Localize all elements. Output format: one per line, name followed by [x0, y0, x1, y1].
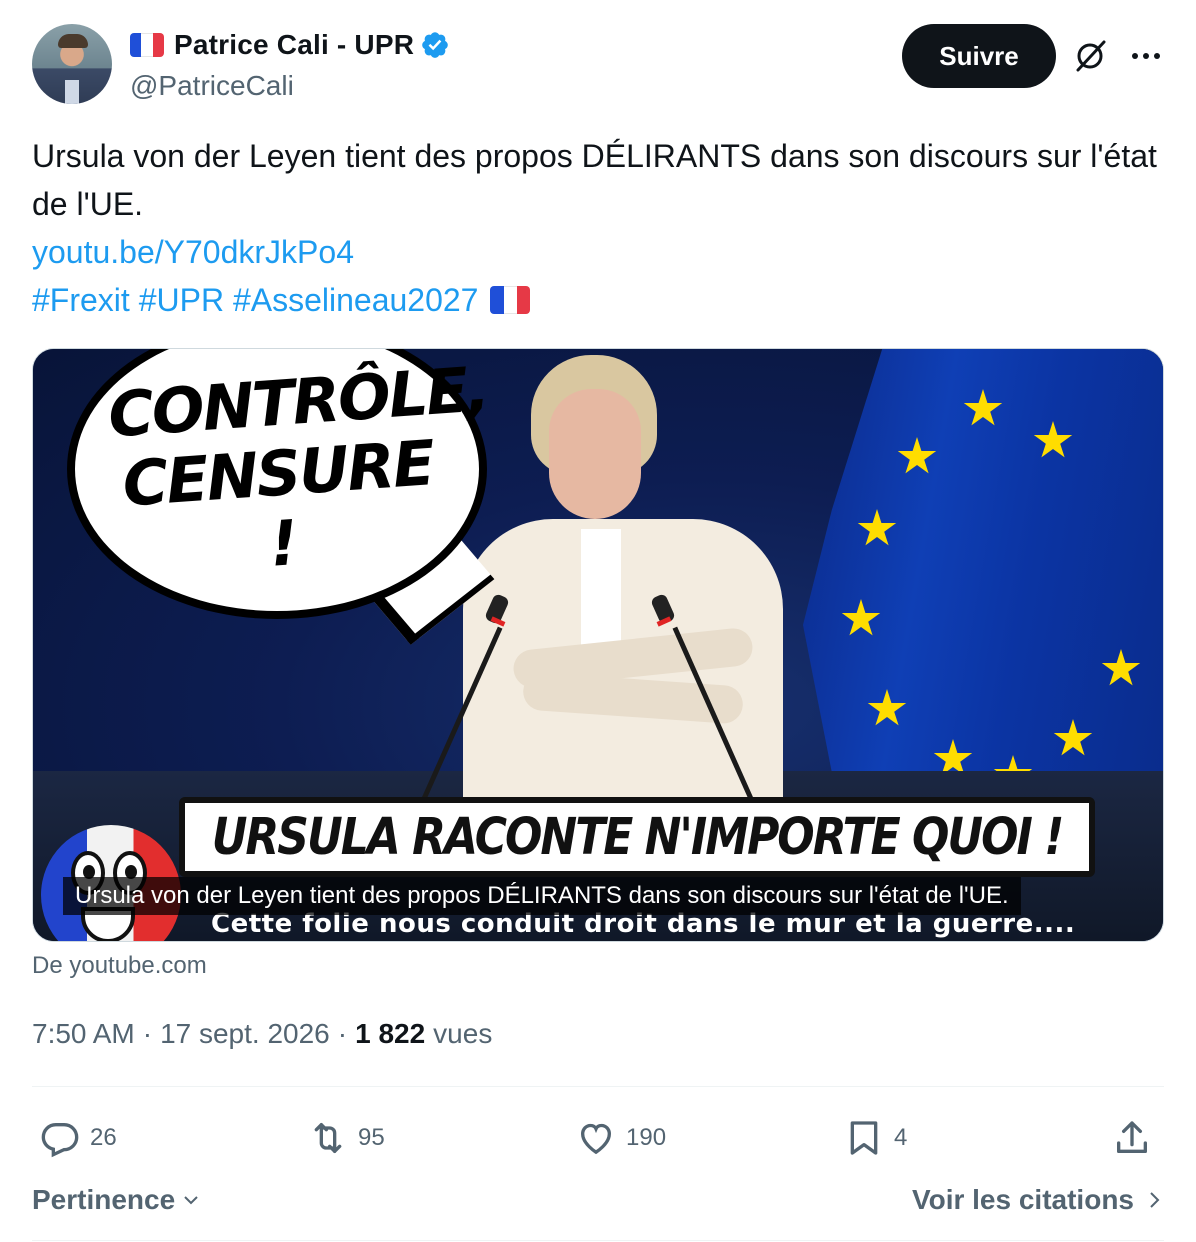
- french-flag-icon: [490, 286, 531, 314]
- sort-dropdown[interactable]: Pertinence: [32, 1184, 203, 1216]
- reply-button[interactable]: 26: [40, 1108, 117, 1168]
- verified-badge-icon[interactable]: [420, 30, 450, 60]
- grok-icon[interactable]: [1072, 38, 1108, 74]
- chevron-right-icon: [1150, 1192, 1160, 1208]
- share-icon: [1117, 1121, 1147, 1153]
- meta-separator: ·: [142, 1018, 153, 1049]
- like-count: 190: [626, 1124, 667, 1151]
- french-flag-icon: [130, 33, 164, 57]
- view-quotes-label: Voir les citations: [912, 1184, 1134, 1215]
- card-source[interactable]: De youtube.com: [32, 952, 207, 980]
- tweet-date[interactable]: 17 sept. 2026: [160, 1018, 330, 1050]
- reply-count: 26: [90, 1124, 117, 1151]
- meta-separator: ·: [337, 1018, 348, 1049]
- tweet-link[interactable]: youtu.be/Y70dkrJkPo4: [32, 228, 1172, 276]
- bookmark-icon: [850, 1121, 878, 1155]
- speech-bubble-text: CONTRÔLE, CENSURE !: [106, 352, 490, 591]
- tweet-text: Ursula von der Leyen tient des propos DÉ…: [32, 132, 1172, 324]
- tweet-header: Patrice Cali - UPR @PatriceCali Suivre: [32, 24, 1164, 104]
- tweet-time[interactable]: 7:50 AM: [32, 1018, 135, 1050]
- chevron-down-icon: [184, 1196, 198, 1205]
- avatar-shirt: [65, 80, 79, 104]
- heart-icon: [580, 1123, 612, 1155]
- author-handle[interactable]: @PatriceCali: [130, 70, 450, 102]
- tweet-hashtags-line: #Frexit #UPR #Asselineau2027: [32, 276, 1172, 324]
- views-count: 1 822: [355, 1018, 426, 1049]
- reply-icon: [41, 1123, 79, 1158]
- author-info: Patrice Cali - UPR @PatriceCali: [130, 28, 450, 102]
- card-title-overlay: Ursula von der Leyen tient des propos DÉ…: [63, 877, 1021, 915]
- view-quotes-link[interactable]: Voir les citations: [912, 1184, 1164, 1216]
- tweet-hashtags[interactable]: #Frexit #UPR #Asselineau2027: [32, 276, 478, 324]
- speech-bubble-line2: CENSURE !: [120, 426, 436, 581]
- action-bar: 26 95 190 4: [32, 1108, 1164, 1168]
- author-display-name[interactable]: Patrice Cali - UPR: [174, 29, 414, 61]
- speaker-figure: [453, 349, 793, 819]
- replies-sort-row: Pertinence Voir les citations: [32, 1180, 1164, 1220]
- repost-count: 95: [358, 1124, 385, 1151]
- sort-label: Pertinence: [32, 1184, 176, 1215]
- tweet-body: Ursula von der Leyen tient des propos DÉ…: [32, 138, 1157, 222]
- share-button[interactable]: [1112, 1108, 1152, 1168]
- author-name-line[interactable]: Patrice Cali - UPR: [130, 28, 450, 62]
- divider: [32, 1240, 1164, 1241]
- avatar[interactable]: [32, 24, 112, 104]
- link-preview-card[interactable]: CONTRÔLE, CENSURE ! URSULA RACONTE N'IMP…: [32, 348, 1164, 942]
- thumbnail-banner-text: URSULA RACONTE N'IMPORTE QUOI !: [211, 807, 1065, 867]
- bookmark-button[interactable]: 4: [844, 1108, 907, 1168]
- views-label: vues: [433, 1018, 493, 1049]
- thumbnail-banner: URSULA RACONTE N'IMPORTE QUOI !: [179, 797, 1095, 877]
- more-icon[interactable]: [1128, 38, 1164, 74]
- avatar-hair: [58, 34, 88, 48]
- repost-icon: [314, 1123, 342, 1153]
- tweet-meta: 7:50 AM · 17 sept. 2026 · 1 822 vues: [32, 1018, 492, 1050]
- follow-button[interactable]: Suivre: [902, 24, 1056, 88]
- bookmark-count: 4: [894, 1124, 908, 1151]
- like-button[interactable]: 190: [576, 1108, 666, 1168]
- repost-button[interactable]: 95: [308, 1108, 385, 1168]
- divider: [32, 1086, 1164, 1087]
